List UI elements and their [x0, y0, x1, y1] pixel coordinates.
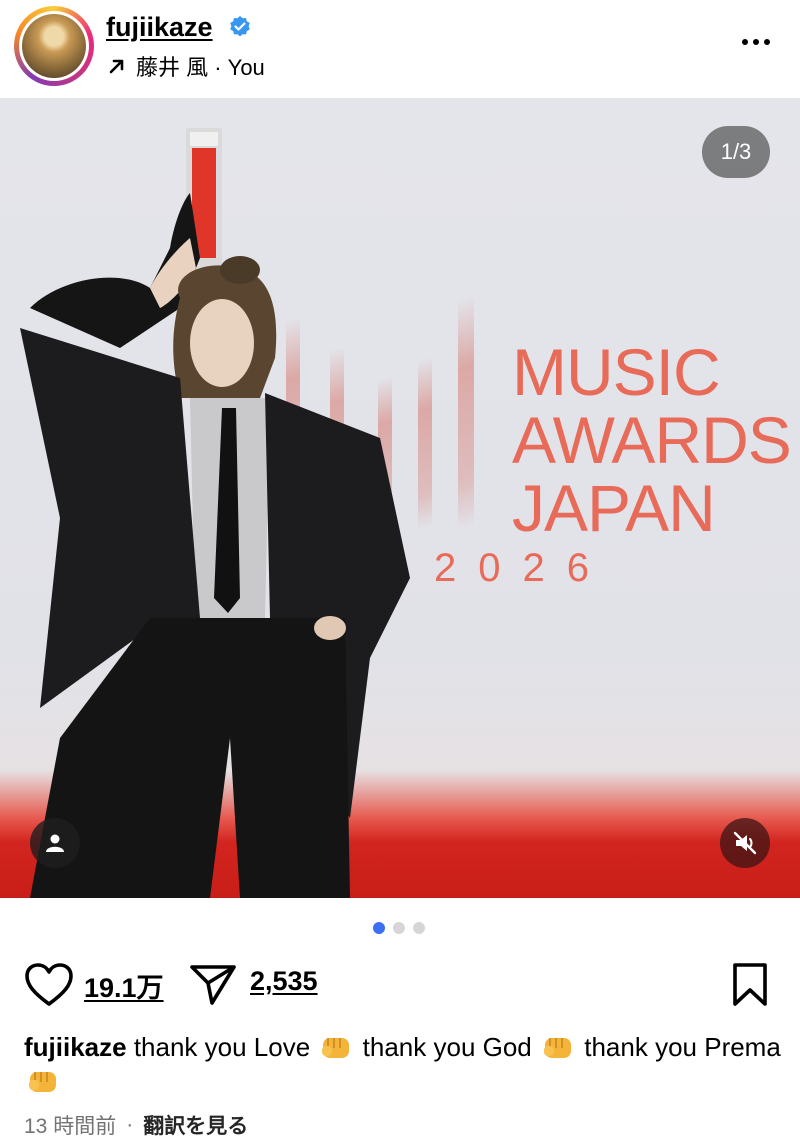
mute-toggle-button[interactable] — [720, 818, 770, 868]
carousel-counter: 1/3 — [702, 126, 770, 178]
like-count[interactable]: 19.1万 — [84, 966, 164, 1005]
tagged-people-button[interactable] — [30, 818, 80, 868]
caption-text: thank you Prema — [584, 1032, 781, 1062]
action-bar: 19.1万 2,535 — [0, 958, 800, 1012]
translate-link[interactable]: 翻訳を見る — [143, 1110, 248, 1140]
fist-emoji-icon — [29, 1072, 56, 1092]
username-link[interactable]: fujiikaze — [106, 12, 213, 43]
post-header: fujiikaze 藤井 風 · You — [0, 0, 800, 98]
caption-username[interactable]: fujiikaze — [24, 1032, 127, 1062]
avatar-image — [22, 14, 86, 78]
fist-emoji-icon — [544, 1038, 572, 1058]
carousel-dot — [373, 922, 385, 934]
post-meta: 13 時間前 · 翻訳を見る — [24, 1110, 248, 1140]
post-photo[interactable]: MUSIC AWARDS JAPAN 2026 1/3 — [0, 98, 800, 898]
verified-badge-icon — [230, 16, 250, 37]
post-caption: fujiikaze thank you Love thank you God t… — [24, 1030, 784, 1098]
person-figure — [20, 128, 410, 898]
carousel-indicator — [373, 922, 425, 934]
more-horizontal-icon — [742, 39, 748, 45]
arrow-up-right-icon — [109, 59, 124, 74]
carousel-dot — [393, 922, 405, 934]
collab-label: 藤井 風 · You — [136, 55, 265, 80]
collab-line[interactable]: 藤井 風 · You — [106, 50, 265, 82]
share-count[interactable]: 2,535 — [250, 966, 318, 997]
person-tag-icon — [46, 834, 64, 852]
avatar[interactable] — [19, 11, 89, 81]
fist-emoji-icon — [322, 1038, 350, 1058]
meta-separator: · — [126, 1113, 134, 1136]
caption-text: thank you God — [362, 1032, 532, 1062]
heart-icon[interactable] — [24, 962, 74, 1008]
carousel-dot — [413, 922, 425, 934]
paper-plane-icon[interactable] — [188, 961, 238, 1007]
speaker-muted-icon — [733, 831, 757, 855]
caption-text: thank you Love — [133, 1032, 311, 1062]
bookmark-icon[interactable] — [730, 962, 770, 1008]
more-options-button[interactable] — [736, 28, 776, 56]
story-ring[interactable] — [14, 6, 94, 86]
timestamp: 13 時間前 — [24, 1115, 117, 1138]
